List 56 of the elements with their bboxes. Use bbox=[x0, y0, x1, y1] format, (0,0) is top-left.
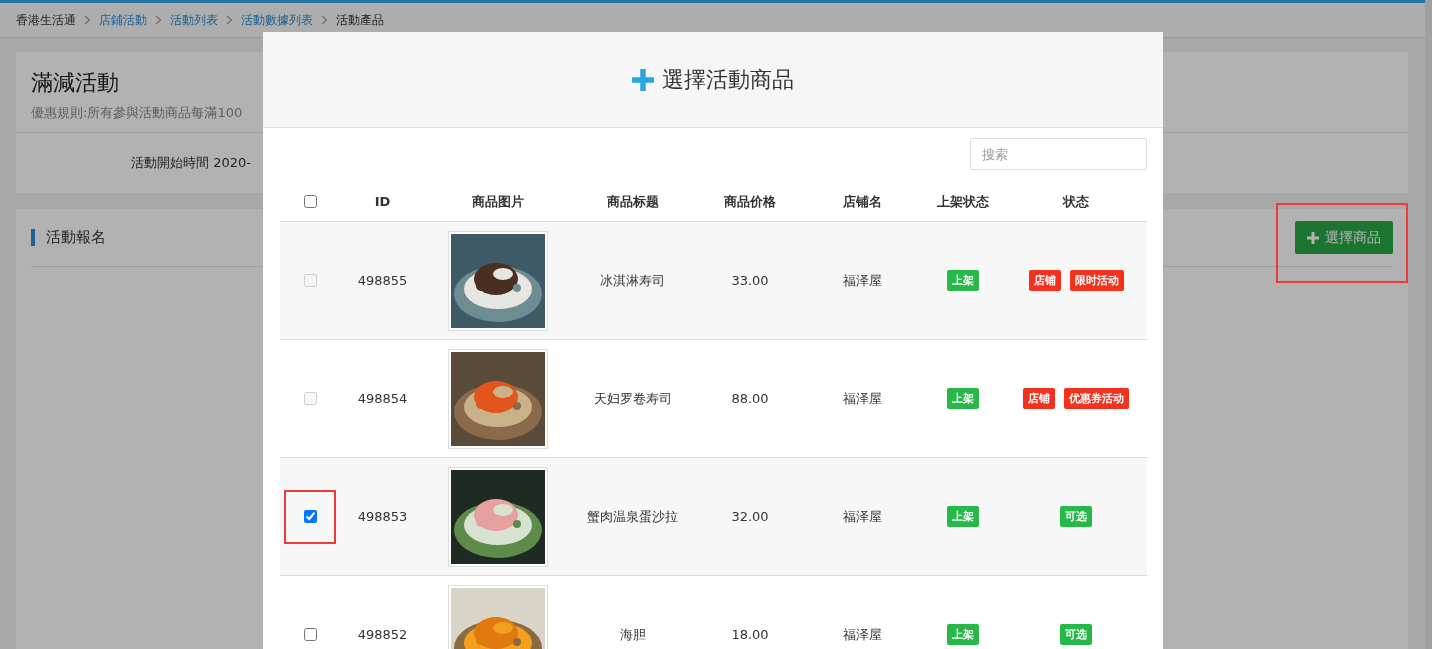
table-cell: 498854 bbox=[357, 391, 408, 406]
status-tag: 上架 bbox=[946, 506, 979, 527]
table-cell: 32.00 bbox=[731, 509, 769, 524]
table-cell: 海胆 bbox=[619, 625, 646, 644]
section-title: 活動報名 bbox=[31, 229, 106, 246]
chevron-icon bbox=[84, 15, 91, 25]
chevron-icon bbox=[321, 15, 328, 25]
column-header: 状态 bbox=[1063, 192, 1089, 211]
column-header: ID bbox=[374, 194, 391, 209]
status-tag: 店铺 bbox=[1028, 270, 1061, 291]
column-header: 商品图片 bbox=[471, 192, 524, 211]
row-checkbox[interactable] bbox=[303, 510, 317, 523]
table-cell: 18.00 bbox=[731, 627, 769, 642]
table-cell: 冰淇淋寿司 bbox=[600, 271, 665, 290]
table-cell: 福泽屋 bbox=[843, 625, 882, 644]
table-cell: 498852 bbox=[357, 627, 408, 642]
status-tag: 可选 bbox=[1060, 624, 1092, 645]
table-cell: 福泽屋 bbox=[843, 507, 882, 526]
plus-icon bbox=[632, 68, 654, 91]
column-header: 商品价格 bbox=[724, 192, 776, 211]
status-tag: 上架 bbox=[946, 270, 979, 291]
table-cell: 天妇罗卷寿司 bbox=[593, 389, 672, 408]
breadcrumb-link[interactable]: 活動列表 bbox=[170, 11, 218, 29]
chevron-icon bbox=[226, 15, 233, 25]
table-cell: 福泽屋 bbox=[843, 389, 882, 408]
row-checkbox[interactable] bbox=[303, 628, 317, 641]
activity-rule: 優惠規則:所有參與活動商品每滿100 bbox=[31, 104, 243, 122]
breadcrumb-link[interactable]: 店鋪活動 bbox=[99, 11, 147, 29]
status-tag: 上架 bbox=[946, 624, 979, 645]
column-header: 商品标题 bbox=[606, 192, 659, 211]
status-tag: 店铺 bbox=[1023, 388, 1055, 409]
column-header: 店铺名 bbox=[843, 192, 882, 211]
chevron-icon bbox=[155, 15, 162, 25]
table-cell: 蟹肉温泉蛋沙拉 bbox=[587, 507, 678, 526]
breadcrumb-item: 香港生活通 bbox=[16, 11, 76, 29]
status-tag: 可选 bbox=[1060, 506, 1092, 527]
select-all-checkbox[interactable] bbox=[303, 195, 317, 208]
table-cell: 88.00 bbox=[731, 391, 769, 406]
status-tag: 限时活动 bbox=[1069, 270, 1124, 291]
start-time: 活動開始時間 2020- bbox=[131, 154, 251, 172]
select-products-button[interactable]: 選擇商品 bbox=[1295, 221, 1393, 254]
scrollbar[interactable] bbox=[1425, 0, 1432, 649]
table-cell: 498853 bbox=[357, 509, 408, 524]
activity-title: 滿減活動 bbox=[31, 69, 119, 97]
breadcrumb-item: 活動產品 bbox=[336, 11, 384, 29]
plus-icon bbox=[1307, 231, 1319, 244]
table-cell: 33.00 bbox=[731, 273, 769, 288]
modal-title: 選擇活動商品 bbox=[662, 65, 794, 94]
status-tag: 上架 bbox=[946, 388, 979, 409]
breadcrumb-link[interactable]: 活動數據列表 bbox=[241, 11, 313, 29]
highlight-frame bbox=[284, 490, 336, 544]
column-header: 上架状态 bbox=[936, 192, 989, 211]
table-cell: 福泽屋 bbox=[843, 271, 882, 290]
table-cell: 498855 bbox=[357, 273, 408, 288]
status-tag: 优惠券活动 bbox=[1064, 388, 1129, 409]
search-field[interactable]: 搜索 bbox=[970, 138, 1147, 170]
